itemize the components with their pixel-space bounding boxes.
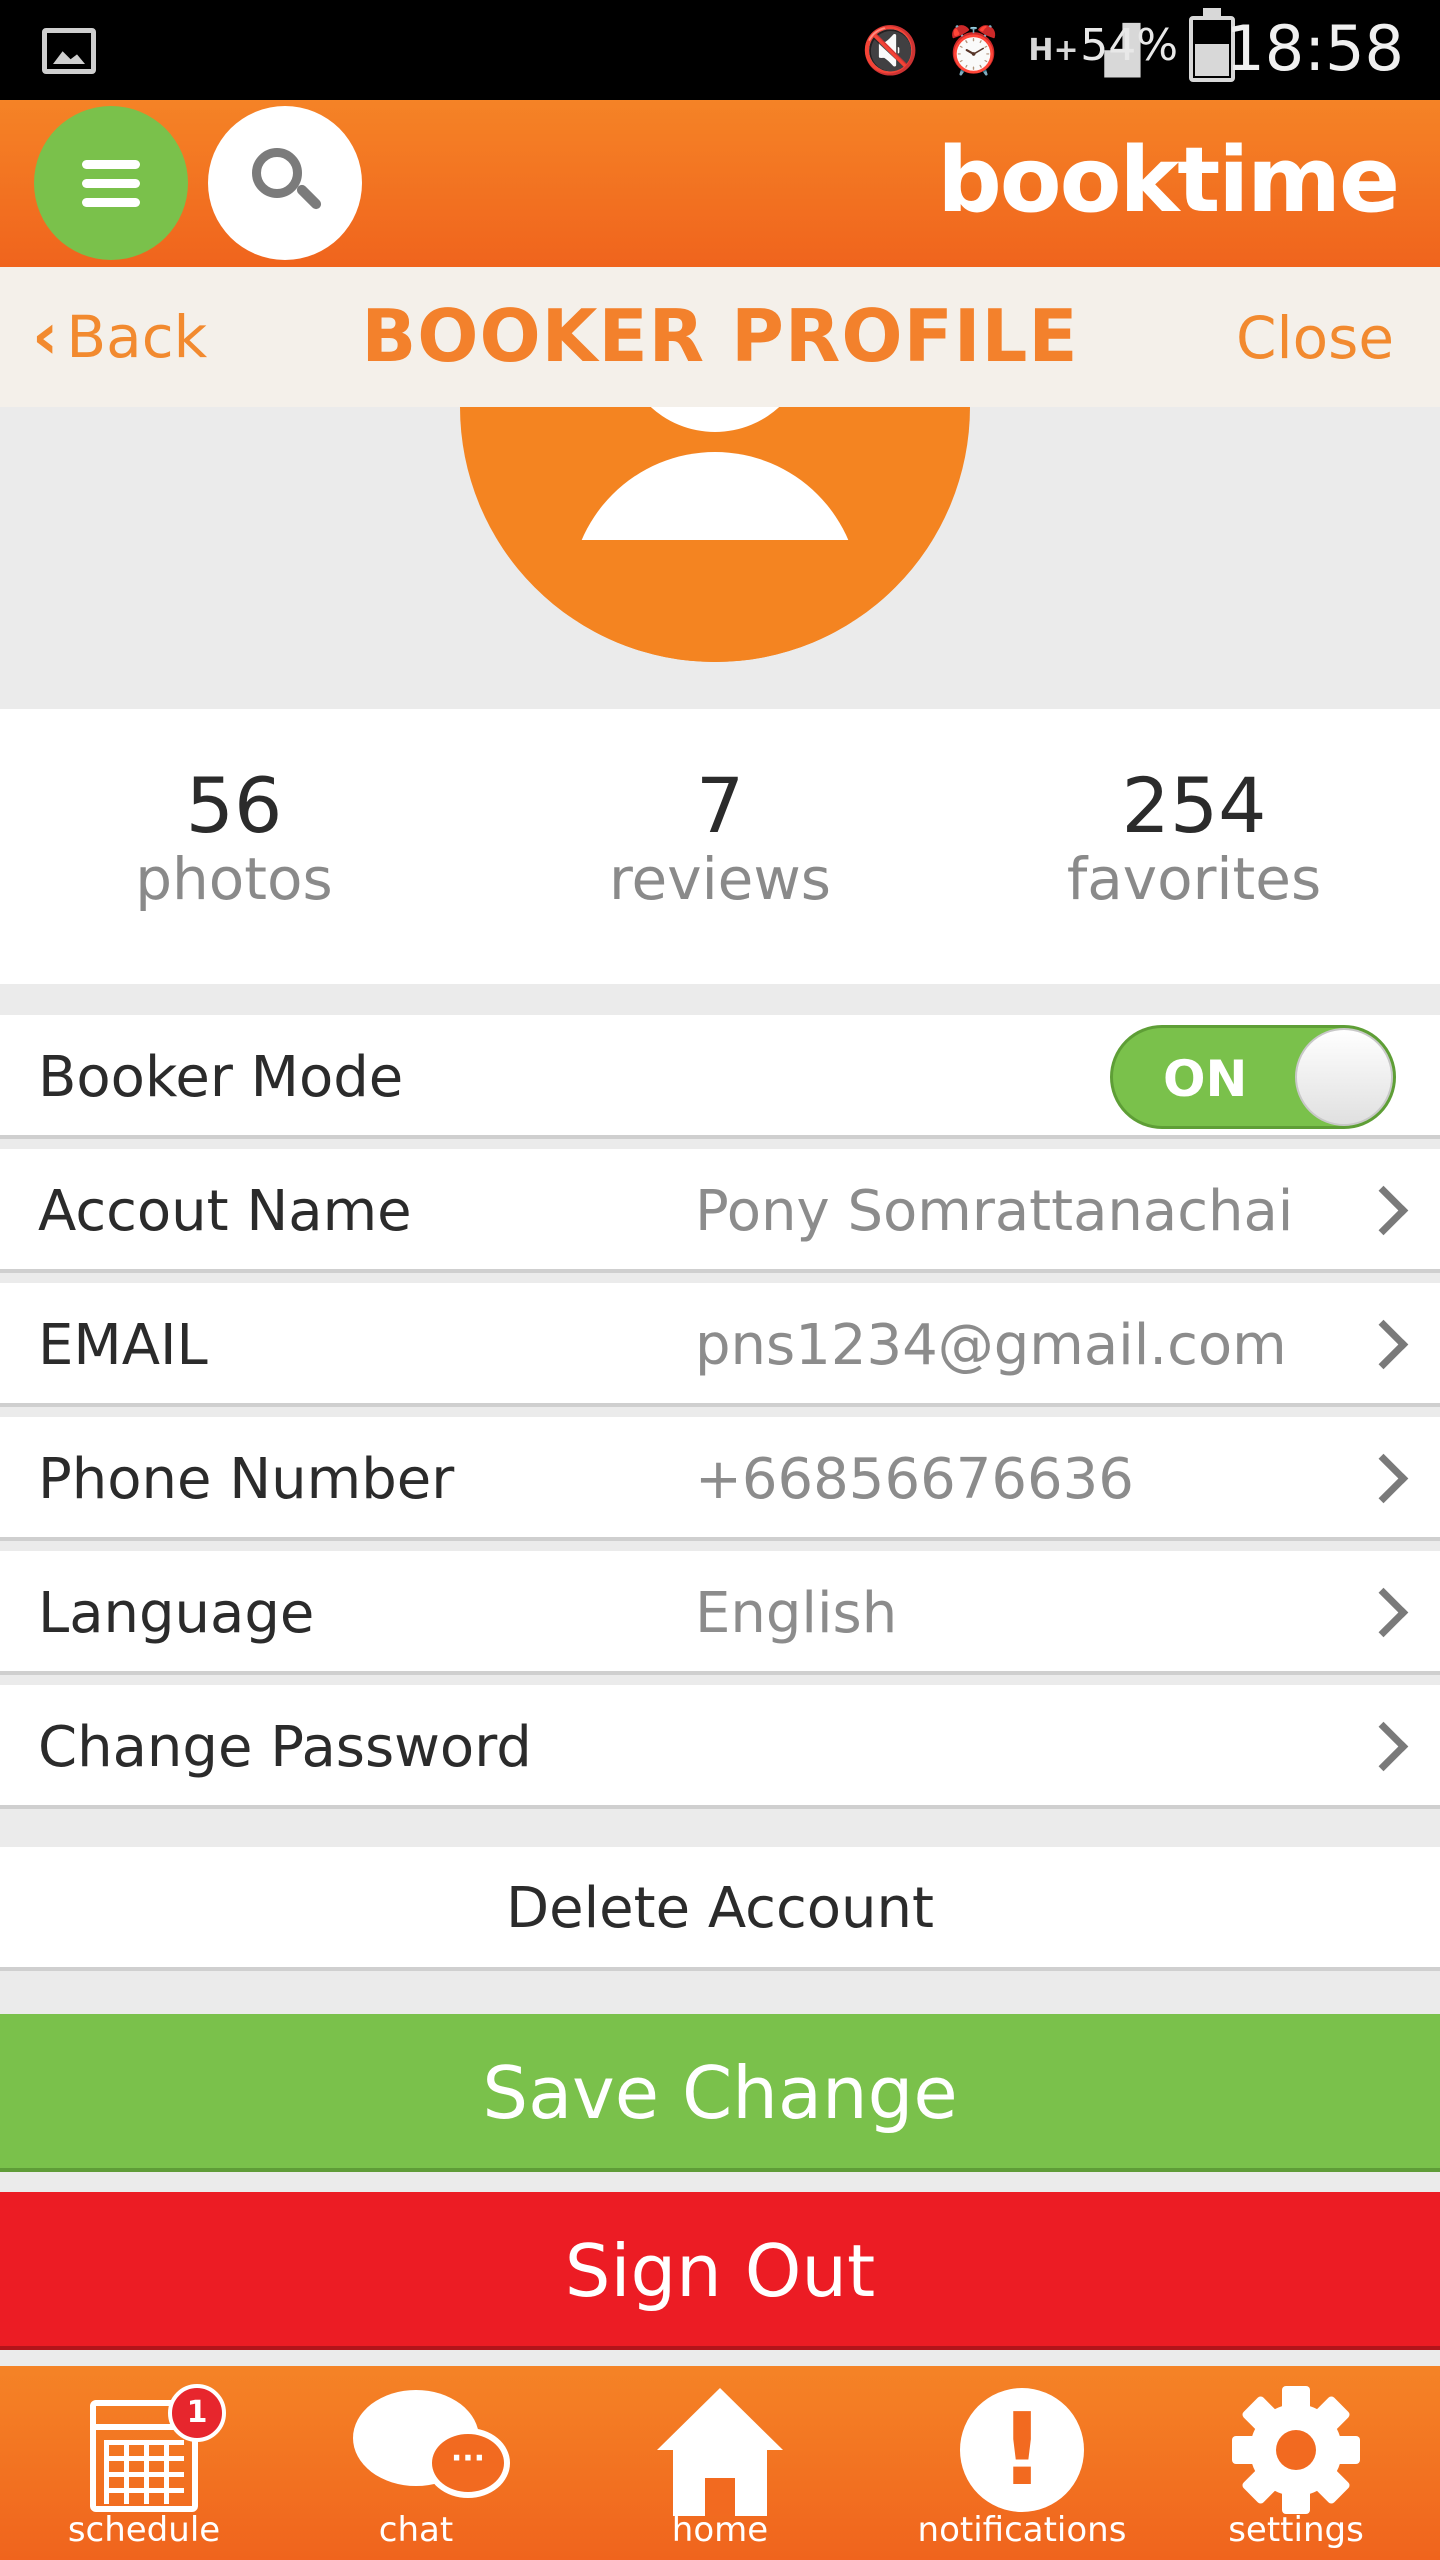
nav-chat[interactable]: ··· chat bbox=[272, 2366, 560, 2560]
booker-mode-label: Booker Mode bbox=[38, 1045, 404, 1110]
stat-label: photos bbox=[135, 844, 333, 913]
avatar-head-shape bbox=[620, 407, 810, 432]
stat-value: 56 bbox=[185, 761, 283, 850]
account-name-row[interactable]: Accout Name Pony Somrattanachai bbox=[0, 1149, 1440, 1273]
nav-label: schedule bbox=[67, 2510, 221, 2550]
profile-stats: 56 photos 7 reviews 254 favorites bbox=[0, 709, 1440, 984]
close-button[interactable]: Close bbox=[1236, 304, 1394, 372]
clock: 18:58 bbox=[1225, 12, 1404, 85]
chevron-right-icon bbox=[1364, 1453, 1400, 1505]
row-label: EMAIL bbox=[38, 1313, 208, 1378]
booker-mode-toggle[interactable]: ON bbox=[1110, 1025, 1396, 1129]
nav-label: notifications bbox=[917, 2510, 1127, 2550]
nav-label: settings bbox=[1228, 2510, 1364, 2550]
chevron-right-icon bbox=[1364, 1587, 1400, 1639]
stat-photos[interactable]: 56 photos bbox=[54, 764, 414, 911]
home-icon bbox=[657, 2388, 783, 2516]
stat-favorites[interactable]: 254 favorites bbox=[1014, 764, 1374, 911]
toggle-state-text: ON bbox=[1163, 1050, 1248, 1108]
avatar[interactable] bbox=[460, 407, 970, 662]
gear-icon bbox=[1232, 2386, 1360, 2514]
row-label: Change Password bbox=[38, 1715, 532, 1780]
row-label: Language bbox=[38, 1581, 315, 1646]
email-row[interactable]: EMAIL pns1234@gmail.com bbox=[0, 1283, 1440, 1407]
sign-out-button[interactable]: Sign Out bbox=[0, 2192, 1440, 2350]
alarm-icon: ⏰ bbox=[945, 23, 1003, 77]
chevron-left-icon: ‹ bbox=[32, 300, 59, 374]
save-change-button[interactable]: Save Change bbox=[0, 2014, 1440, 2172]
row-value: pns1234@gmail.com bbox=[695, 1313, 1287, 1378]
network-type-icon: H+ bbox=[1028, 32, 1079, 68]
change-password-row[interactable]: Change Password bbox=[0, 1685, 1440, 1809]
nav-label: home bbox=[671, 2510, 769, 2550]
back-button[interactable]: ‹ Back bbox=[32, 300, 207, 374]
page-title: BOOKER PROFILE bbox=[361, 294, 1079, 378]
settings-list: Booker Mode ON Accout Name Pony Somratta… bbox=[0, 1015, 1440, 1819]
toggle-knob bbox=[1295, 1028, 1393, 1126]
row-value: +66856676636 bbox=[695, 1447, 1134, 1512]
search-icon[interactable] bbox=[208, 106, 362, 260]
row-label: Phone Number bbox=[38, 1447, 455, 1512]
nav-notifications[interactable]: ! notifications bbox=[878, 2366, 1166, 2560]
stat-label: favorites bbox=[1066, 844, 1322, 913]
hamburger-menu-icon[interactable] bbox=[34, 106, 188, 260]
stat-label: reviews bbox=[608, 844, 832, 913]
stat-value: 7 bbox=[695, 761, 745, 850]
stat-reviews[interactable]: 7 reviews bbox=[540, 764, 900, 911]
chevron-right-icon bbox=[1364, 1721, 1400, 1773]
booker-mode-row: Booker Mode ON bbox=[0, 1015, 1440, 1139]
nav-settings[interactable]: settings bbox=[1152, 2366, 1440, 2560]
avatar-area bbox=[0, 407, 1440, 709]
back-label: Back bbox=[66, 303, 208, 371]
status-bar: 🔇 ⏰ H+ ▟ 54% 18:58 bbox=[0, 0, 1440, 100]
row-label: Accout Name bbox=[38, 1179, 412, 1244]
row-value: English bbox=[695, 1581, 898, 1646]
bottom-nav: 1 schedule ··· chat home ! notifications… bbox=[0, 2366, 1440, 2560]
notification-badge: 1 bbox=[168, 2384, 226, 2442]
stat-value: 254 bbox=[1121, 761, 1267, 850]
delete-account-button[interactable]: Delete Account bbox=[0, 1847, 1440, 1971]
battery-percent: 54% bbox=[1080, 20, 1178, 71]
chevron-right-icon bbox=[1364, 1319, 1400, 1371]
language-row[interactable]: Language English bbox=[0, 1551, 1440, 1675]
gallery-icon bbox=[42, 28, 96, 74]
nav-label: chat bbox=[378, 2510, 454, 2550]
alert-icon: ! bbox=[960, 2388, 1084, 2512]
mute-icon: 🔇 bbox=[861, 23, 920, 77]
brand-logo: booktime bbox=[937, 128, 1400, 233]
chevron-right-icon bbox=[1364, 1185, 1400, 1237]
nav-schedule[interactable]: 1 schedule bbox=[0, 2366, 288, 2560]
phone-number-row[interactable]: Phone Number +66856676636 bbox=[0, 1417, 1440, 1541]
nav-home[interactable]: home bbox=[576, 2366, 864, 2560]
row-value: Pony Somrattanachai bbox=[695, 1179, 1294, 1244]
